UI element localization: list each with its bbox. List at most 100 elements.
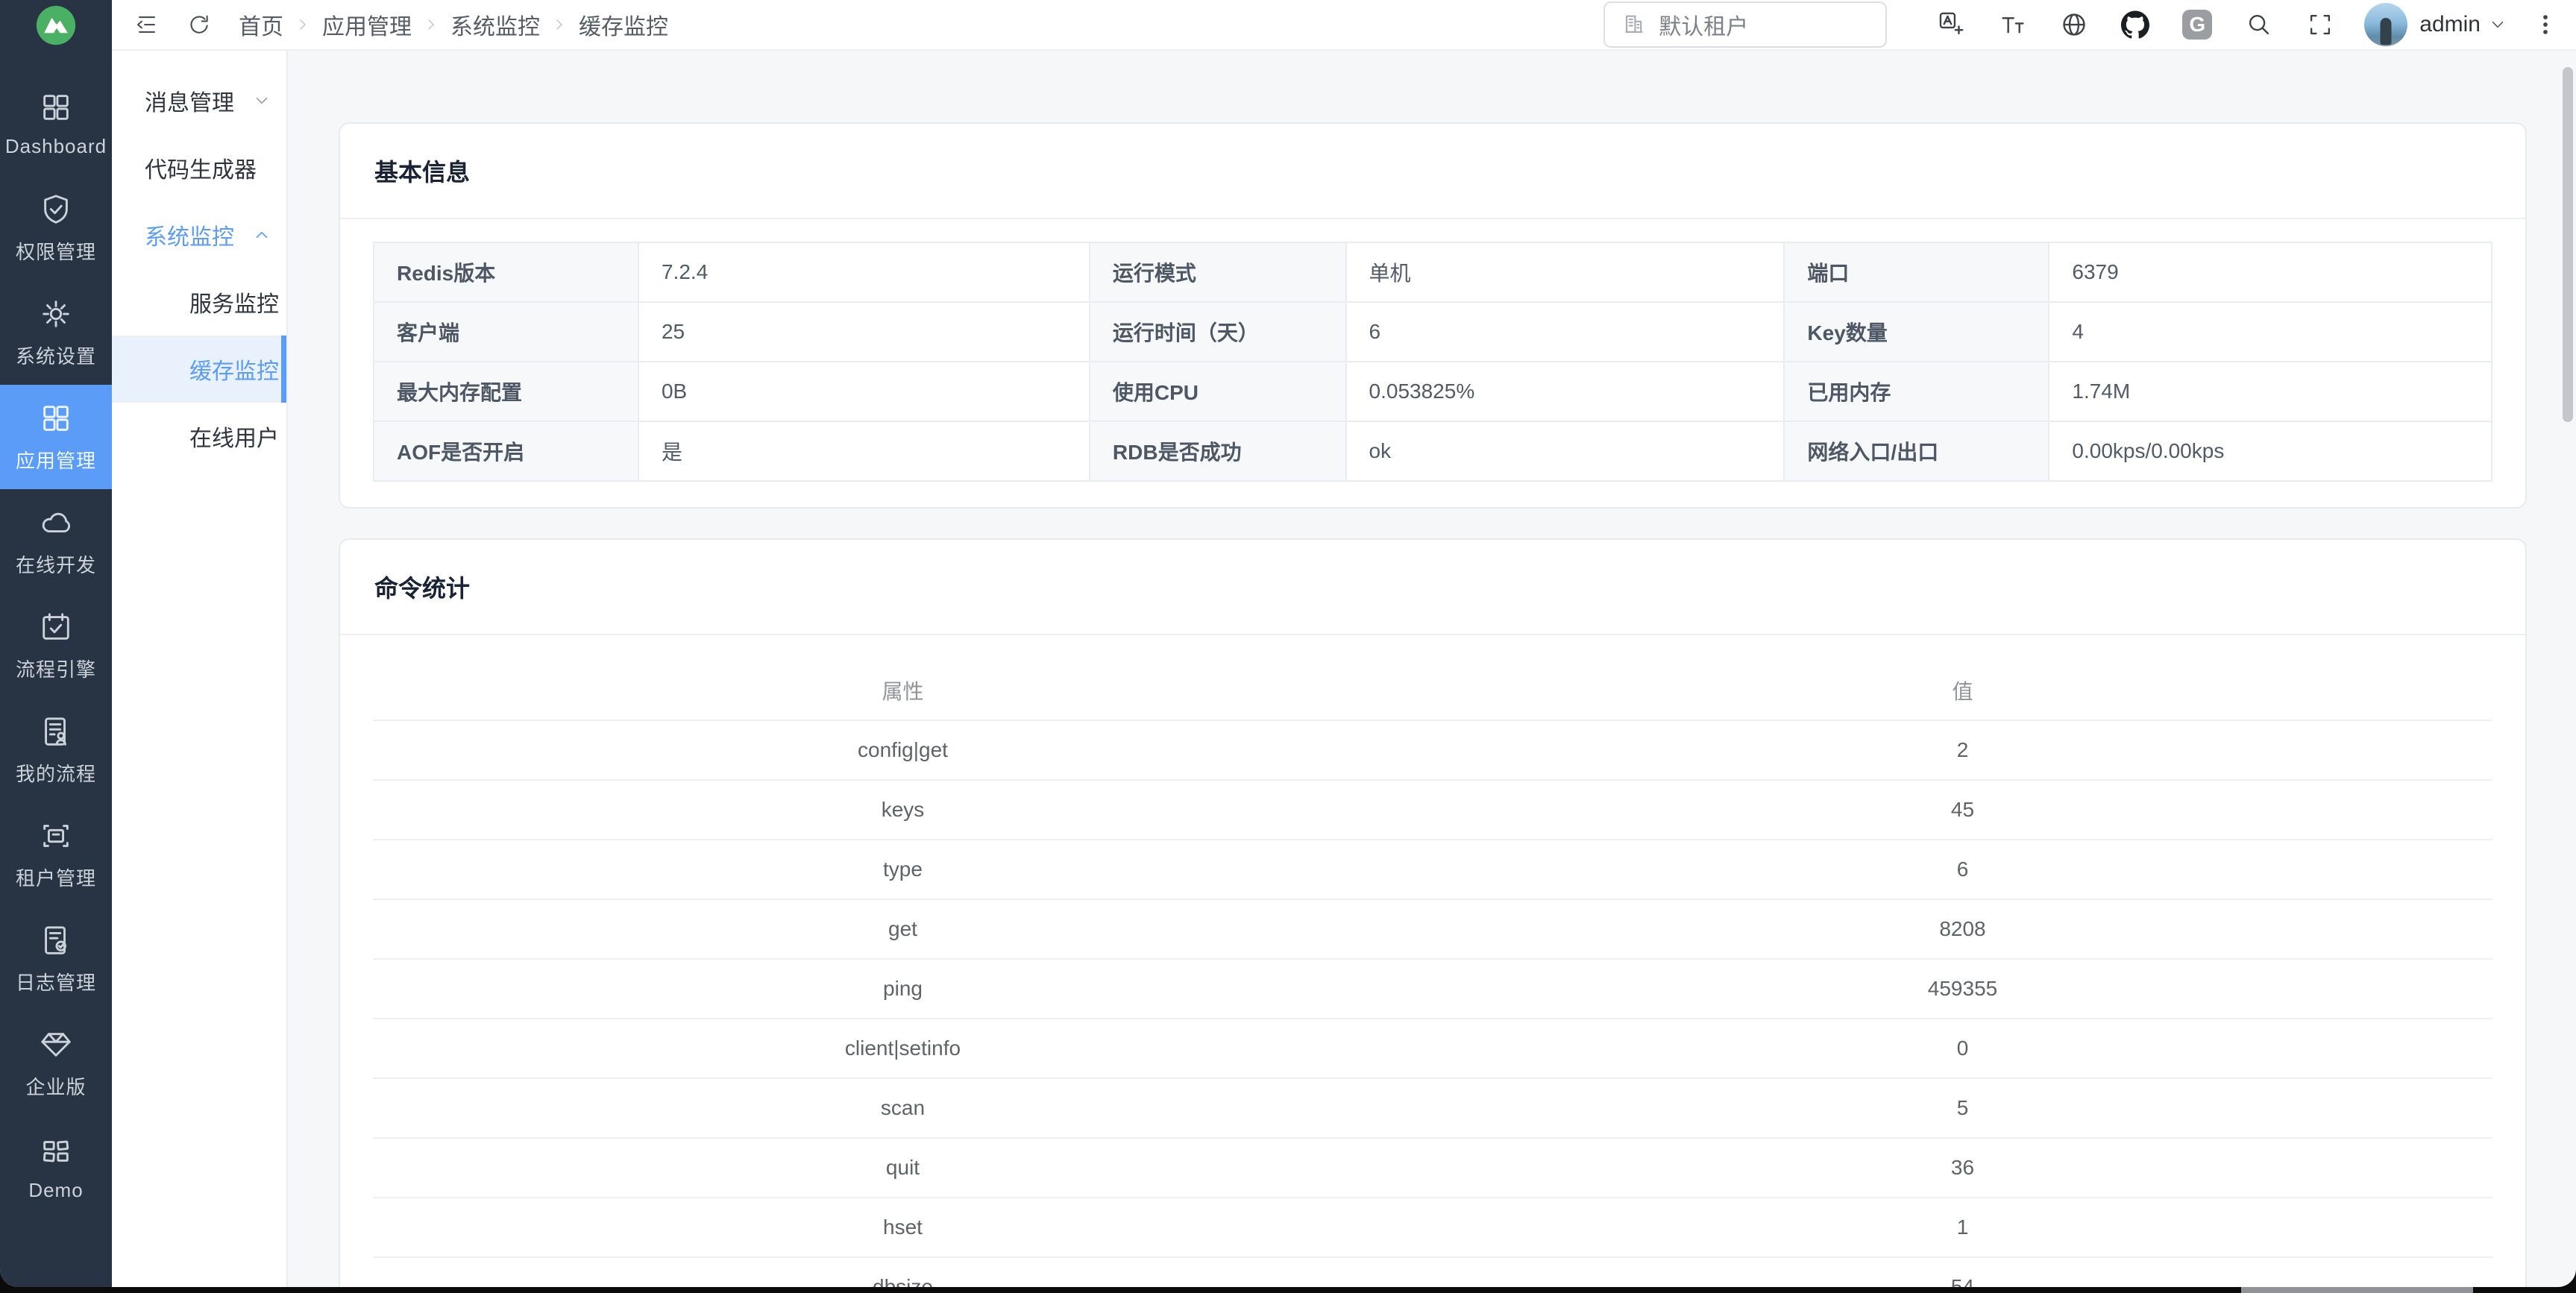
gear-icon: [39, 297, 73, 331]
command-stats-table: 属性值config|get2keys45type6get8208ping4593…: [373, 661, 2492, 1287]
info-value: 6: [1346, 302, 1785, 362]
sidebar-item-label: 系统设置: [16, 342, 96, 369]
submenu-item-cache-monitor[interactable]: 缓存监控: [112, 336, 286, 403]
breadcrumb: 首页 应用管理 系统监控 缓存监控: [239, 8, 668, 41]
sidebar-item-tenant-management[interactable]: 租户管理: [0, 802, 112, 907]
sidebar-item-app-management[interactable]: 应用管理: [0, 385, 112, 489]
refresh-icon[interactable]: [186, 12, 212, 37]
table-row: scan5: [373, 1078, 2492, 1138]
table-row: AOF是否开启是RDB是否成功ok网络入口/出口0.00kps/0.00kps: [374, 421, 2492, 481]
tenant-select[interactable]: 默认租户: [1603, 1, 1887, 48]
tenant-placeholder: 默认租户: [1659, 8, 1748, 41]
demo-grid-icon: [39, 1134, 73, 1168]
basic-info-card: 基本信息 Redis版本7.2.4运行模式单机端口6379客户端25运行时间（天…: [339, 122, 2527, 509]
secondary-sidebar: 消息管理代码生成器系统监控服务监控缓存监控在线用户: [112, 51, 288, 1287]
table-row: 最大内存配置0B使用CPU0.053825%已用内存1.74M: [374, 362, 2492, 421]
sidebar-item-label: 在线开发: [16, 550, 96, 578]
gitee-icon[interactable]: G: [2182, 10, 2212, 40]
sidebar-item-label: Demo: [28, 1179, 83, 1202]
info-value: ok: [1346, 421, 1785, 481]
submenu-item-message-management[interactable]: 消息管理: [112, 67, 286, 134]
cmd-value: 0: [1433, 1019, 2492, 1078]
cmd-value: 8208: [1433, 899, 2492, 959]
breadcrumb-home[interactable]: 首页: [239, 8, 283, 41]
sidebar-item-label: 权限管理: [16, 237, 96, 265]
info-label: 客户端: [374, 302, 638, 362]
shield-check-icon: [39, 192, 73, 227]
submenu-item-label: 系统监控: [145, 218, 234, 251]
sidebar-item-workflow-engine[interactable]: 流程引擎: [0, 594, 112, 698]
cmd-name: client|setinfo: [373, 1019, 1433, 1078]
submenu-item-system-monitor[interactable]: 系统监控: [112, 201, 286, 268]
sidebar-item-demo[interactable]: Demo: [0, 1116, 112, 1220]
table-row: hset1: [373, 1198, 2492, 1257]
grid-icon: [39, 90, 73, 125]
info-value: 1.74M: [2049, 362, 2492, 421]
sidebar-item-log-management[interactable]: 日志管理: [0, 907, 112, 1011]
sidebar-item-permission[interactable]: 权限管理: [0, 176, 112, 280]
sidebar-item-dashboard[interactable]: Dashboard: [0, 72, 112, 176]
info-label: 端口: [1784, 242, 2049, 302]
sidebar-item-label: 日志管理: [16, 968, 96, 995]
cmd-name: type: [373, 840, 1433, 899]
breadcrumb-cache-monitor[interactable]: 缓存监控: [579, 8, 668, 41]
chevron-right-icon: [294, 16, 312, 34]
cmd-col-header: 属性: [373, 661, 1433, 720]
table-row: dbsize54: [373, 1257, 2492, 1287]
table-header-row: 属性值: [373, 661, 2492, 720]
github-icon[interactable]: [2121, 10, 2149, 39]
user-name[interactable]: admin: [2419, 12, 2481, 37]
table-row: Redis版本7.2.4运行模式单机端口6379: [374, 242, 2492, 302]
topbar-actions: 默认租户 G admin: [1603, 1, 2558, 48]
sidebar-item-system-settings[interactable]: 系统设置: [0, 280, 112, 385]
search-icon[interactable]: [2245, 10, 2273, 39]
table-row: type6: [373, 840, 2492, 899]
submenu-item-label: 消息管理: [145, 84, 234, 117]
cmd-value: 1: [1433, 1198, 2492, 1257]
info-label: RDB是否成功: [1090, 421, 1346, 481]
sidebar-item-enterprise[interactable]: 企业版: [0, 1011, 112, 1116]
table-row: get8208: [373, 899, 2492, 959]
sidebar-item-online-dev[interactable]: 在线开发: [0, 489, 112, 594]
breadcrumb-system-monitor[interactable]: 系统监控: [450, 8, 540, 41]
submenu-item-label: 服务监控: [189, 286, 279, 318]
building-icon: [1621, 12, 1647, 37]
user-avatar[interactable]: [2364, 3, 2407, 46]
info-value: 单机: [1346, 242, 1785, 302]
info-label: 使用CPU: [1090, 362, 1346, 421]
info-label: 网络入口/出口: [1784, 421, 2049, 481]
table-row: config|get2: [373, 720, 2492, 780]
app-logo[interactable]: [0, 0, 112, 51]
diamond-icon: [39, 1028, 73, 1062]
chevron-up-icon: [252, 225, 271, 245]
chevron-down-icon[interactable]: [2488, 15, 2507, 34]
topbar: 首页 应用管理 系统监控 缓存监控 默认租户 G admin: [112, 0, 2576, 51]
submenu-item-label: 代码生成器: [145, 151, 257, 184]
info-label: 运行模式: [1090, 242, 1346, 302]
cmd-value: 6: [1433, 840, 2492, 899]
sidebar-item-my-workflow[interactable]: 我的流程: [0, 698, 112, 802]
translate-icon[interactable]: [1938, 10, 1966, 39]
fullscreen-icon[interactable]: [2306, 10, 2334, 39]
cloud-icon: [39, 506, 73, 540]
cmd-name: hset: [373, 1198, 1433, 1257]
cmd-name: scan: [373, 1078, 1433, 1138]
info-label: Key数量: [1784, 302, 2049, 362]
card-title: 命令统计: [374, 575, 470, 602]
cmd-name: get: [373, 899, 1433, 959]
collapse-sidebar-icon[interactable]: [134, 12, 160, 37]
info-value: 6379: [2049, 242, 2492, 302]
info-label: 最大内存配置: [374, 362, 638, 421]
globe-icon[interactable]: [2060, 10, 2088, 39]
submenu-item-online-users[interactable]: 在线用户: [112, 403, 286, 470]
vertical-scrollbar[interactable]: [2563, 67, 2573, 422]
submenu-item-service-monitor[interactable]: 服务监控: [112, 268, 286, 336]
doc-check-icon: [39, 923, 73, 957]
font-size-icon[interactable]: [1999, 10, 2027, 39]
kebab-menu-icon[interactable]: [2533, 12, 2558, 37]
submenu-item-code-generator[interactable]: 代码生成器: [112, 134, 286, 201]
breadcrumb-app-management[interactable]: 应用管理: [322, 8, 412, 41]
cmd-name: config|get: [373, 720, 1433, 780]
info-value: 25: [638, 302, 1090, 362]
cmd-value: 36: [1433, 1138, 2492, 1198]
